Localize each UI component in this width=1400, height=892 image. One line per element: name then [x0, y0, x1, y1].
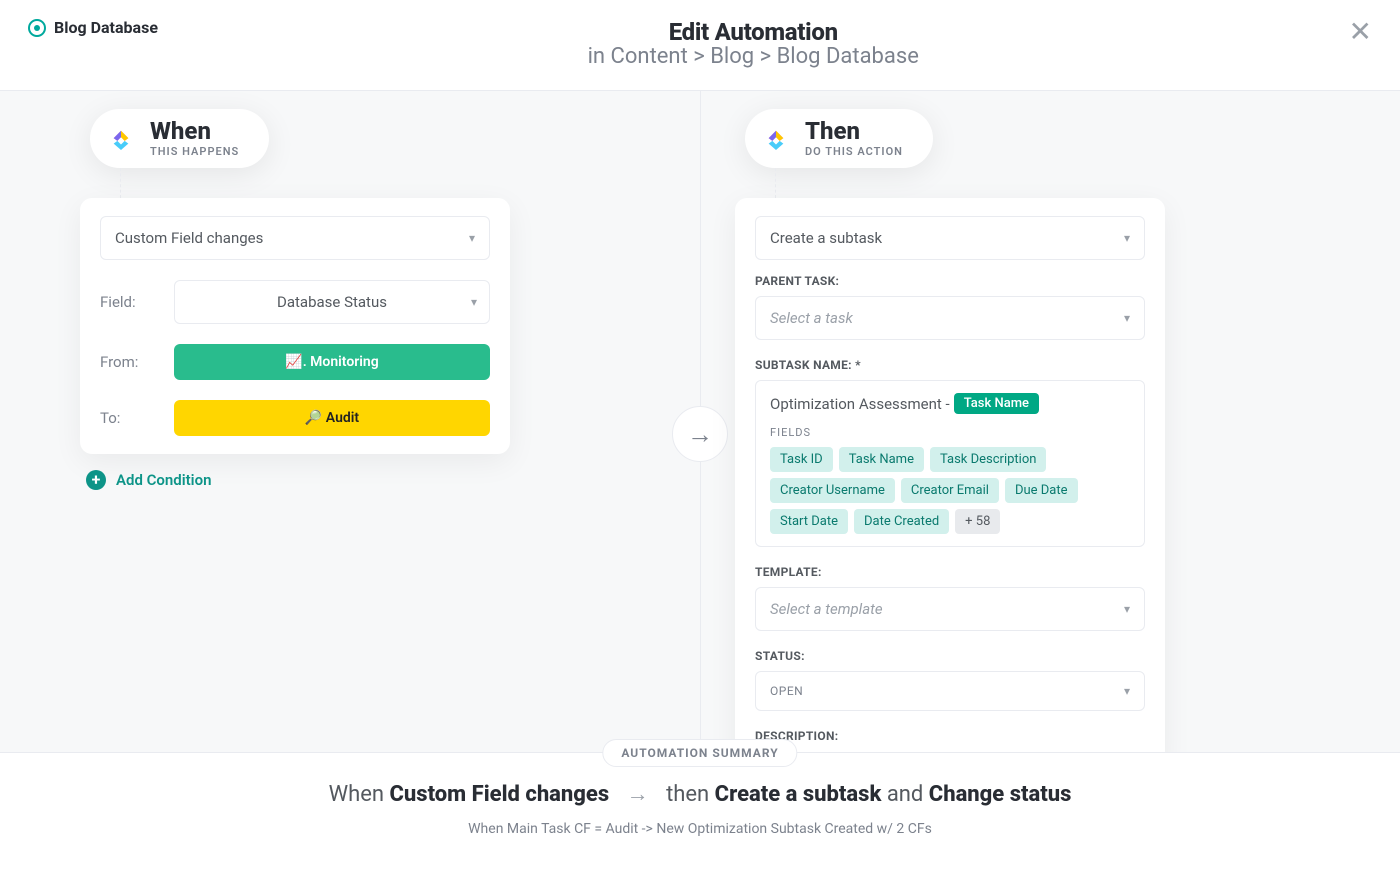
status-select[interactable]: OPEN ▾	[755, 671, 1145, 711]
chevron-down-icon: ▾	[1124, 311, 1130, 325]
action-select[interactable]: Create a subtask ▾	[755, 216, 1145, 260]
action-value: Create a subtask	[770, 229, 882, 247]
then-pill: Then DO THIS ACTION	[745, 109, 933, 168]
then-subheader: DO THIS ACTION	[805, 145, 903, 158]
to-status-pill[interactable]: 🔎 Audit	[174, 400, 490, 436]
breadcrumb: in Content > Blog > Blog Database	[158, 44, 1349, 69]
connector-line	[120, 168, 510, 198]
subtask-name-input[interactable]: Optimization Assessment - Task Name FIEL…	[755, 380, 1145, 547]
summary-main-text: When Custom Field changes → then Create …	[0, 781, 1400, 807]
summary-sub-text: When Main Task CF = Audit -> New Optimiz…	[0, 821, 1400, 837]
title-block: Edit Automation in Content > Blog > Blog…	[158, 18, 1349, 69]
when-column: When THIS HAPPENS Custom Field changes ▾…	[80, 109, 510, 490]
field-token[interactable]: Task ID	[770, 447, 833, 472]
when-pill: When THIS HAPPENS	[90, 109, 269, 168]
fields-tokens: Task ID Task Name Task Description Creat…	[770, 447, 1130, 534]
subtask-name-text: Optimization Assessment -	[770, 395, 950, 413]
location-block[interactable]: Blog Database	[28, 18, 158, 37]
template-placeholder: Select a template	[770, 600, 883, 618]
trigger-value: Custom Field changes	[115, 229, 263, 247]
field-token[interactable]: Task Name	[839, 447, 924, 472]
template-label: TEMPLATE:	[755, 565, 1145, 579]
then-card: Create a subtask ▾ PARENT TASK: Select a…	[735, 198, 1165, 768]
flow-arrow-icon: →	[672, 406, 728, 462]
subtask-name-label: SUBTASK NAME: *	[755, 358, 1145, 372]
field-token[interactable]: Start Date	[770, 509, 848, 534]
parent-task-label: PARENT TASK:	[755, 274, 1145, 288]
subtask-name-token[interactable]: Task Name	[954, 393, 1039, 414]
status-value: OPEN	[770, 684, 803, 698]
status-label: STATUS:	[755, 649, 1145, 663]
header-bar: Blog Database Edit Automation in Content…	[0, 0, 1400, 69]
field-token[interactable]: Creator Username	[770, 478, 895, 503]
automation-canvas: → When THIS HAPPENS Custom Field changes…	[0, 90, 1400, 752]
trigger-select[interactable]: Custom Field changes ▾	[100, 216, 490, 260]
when-subheader: THIS HAPPENS	[150, 145, 239, 158]
field-token[interactable]: Date Created	[854, 509, 949, 534]
from-status-pill[interactable]: 📈. Monitoring	[174, 344, 490, 380]
chevron-down-icon: ▾	[471, 295, 477, 309]
description-label: DESCRIPTION:	[755, 729, 1145, 743]
field-token[interactable]: Task Description	[930, 447, 1046, 472]
connector-line	[775, 168, 1165, 198]
to-label: To:	[100, 409, 160, 427]
field-select[interactable]: Database Status ▾	[174, 280, 490, 324]
when-header: When	[150, 119, 239, 143]
field-token-more[interactable]: + 58	[955, 509, 1000, 534]
chevron-down-icon: ▾	[1124, 684, 1130, 698]
field-token[interactable]: Creator Email	[901, 478, 999, 503]
page-title: Edit Automation	[158, 18, 1349, 46]
location-pin-icon	[28, 19, 46, 37]
close-icon[interactable]: ✕	[1349, 18, 1372, 46]
location-text: Blog Database	[54, 18, 158, 37]
from-label: From:	[100, 353, 160, 371]
parent-task-select[interactable]: Select a task ▾	[755, 296, 1145, 340]
parent-task-placeholder: Select a task	[770, 309, 853, 327]
chevron-down-icon: ▾	[469, 231, 475, 245]
template-select[interactable]: Select a template ▾	[755, 587, 1145, 631]
then-header: Then	[805, 119, 903, 143]
when-card: Custom Field changes ▾ Field: Database S…	[80, 198, 510, 454]
arrow-right-icon: →	[627, 782, 649, 807]
add-condition-button[interactable]: + Add Condition	[86, 470, 510, 490]
field-label: Field:	[100, 293, 160, 311]
chevron-down-icon: ▾	[1124, 231, 1130, 245]
fields-label: FIELDS	[770, 426, 1130, 439]
chevron-down-icon: ▾	[1124, 602, 1130, 616]
clickup-logo-icon	[104, 122, 138, 156]
plus-icon: +	[86, 470, 106, 490]
summary-chip: AUTOMATION SUMMARY	[602, 739, 797, 767]
field-value: Database Status	[277, 293, 387, 311]
then-column: Then DO THIS ACTION Create a subtask ▾ P…	[735, 109, 1165, 768]
clickup-logo-icon	[759, 122, 793, 156]
field-token[interactable]: Due Date	[1005, 478, 1078, 503]
footer-summary: AUTOMATION SUMMARY When Custom Field cha…	[0, 752, 1400, 892]
